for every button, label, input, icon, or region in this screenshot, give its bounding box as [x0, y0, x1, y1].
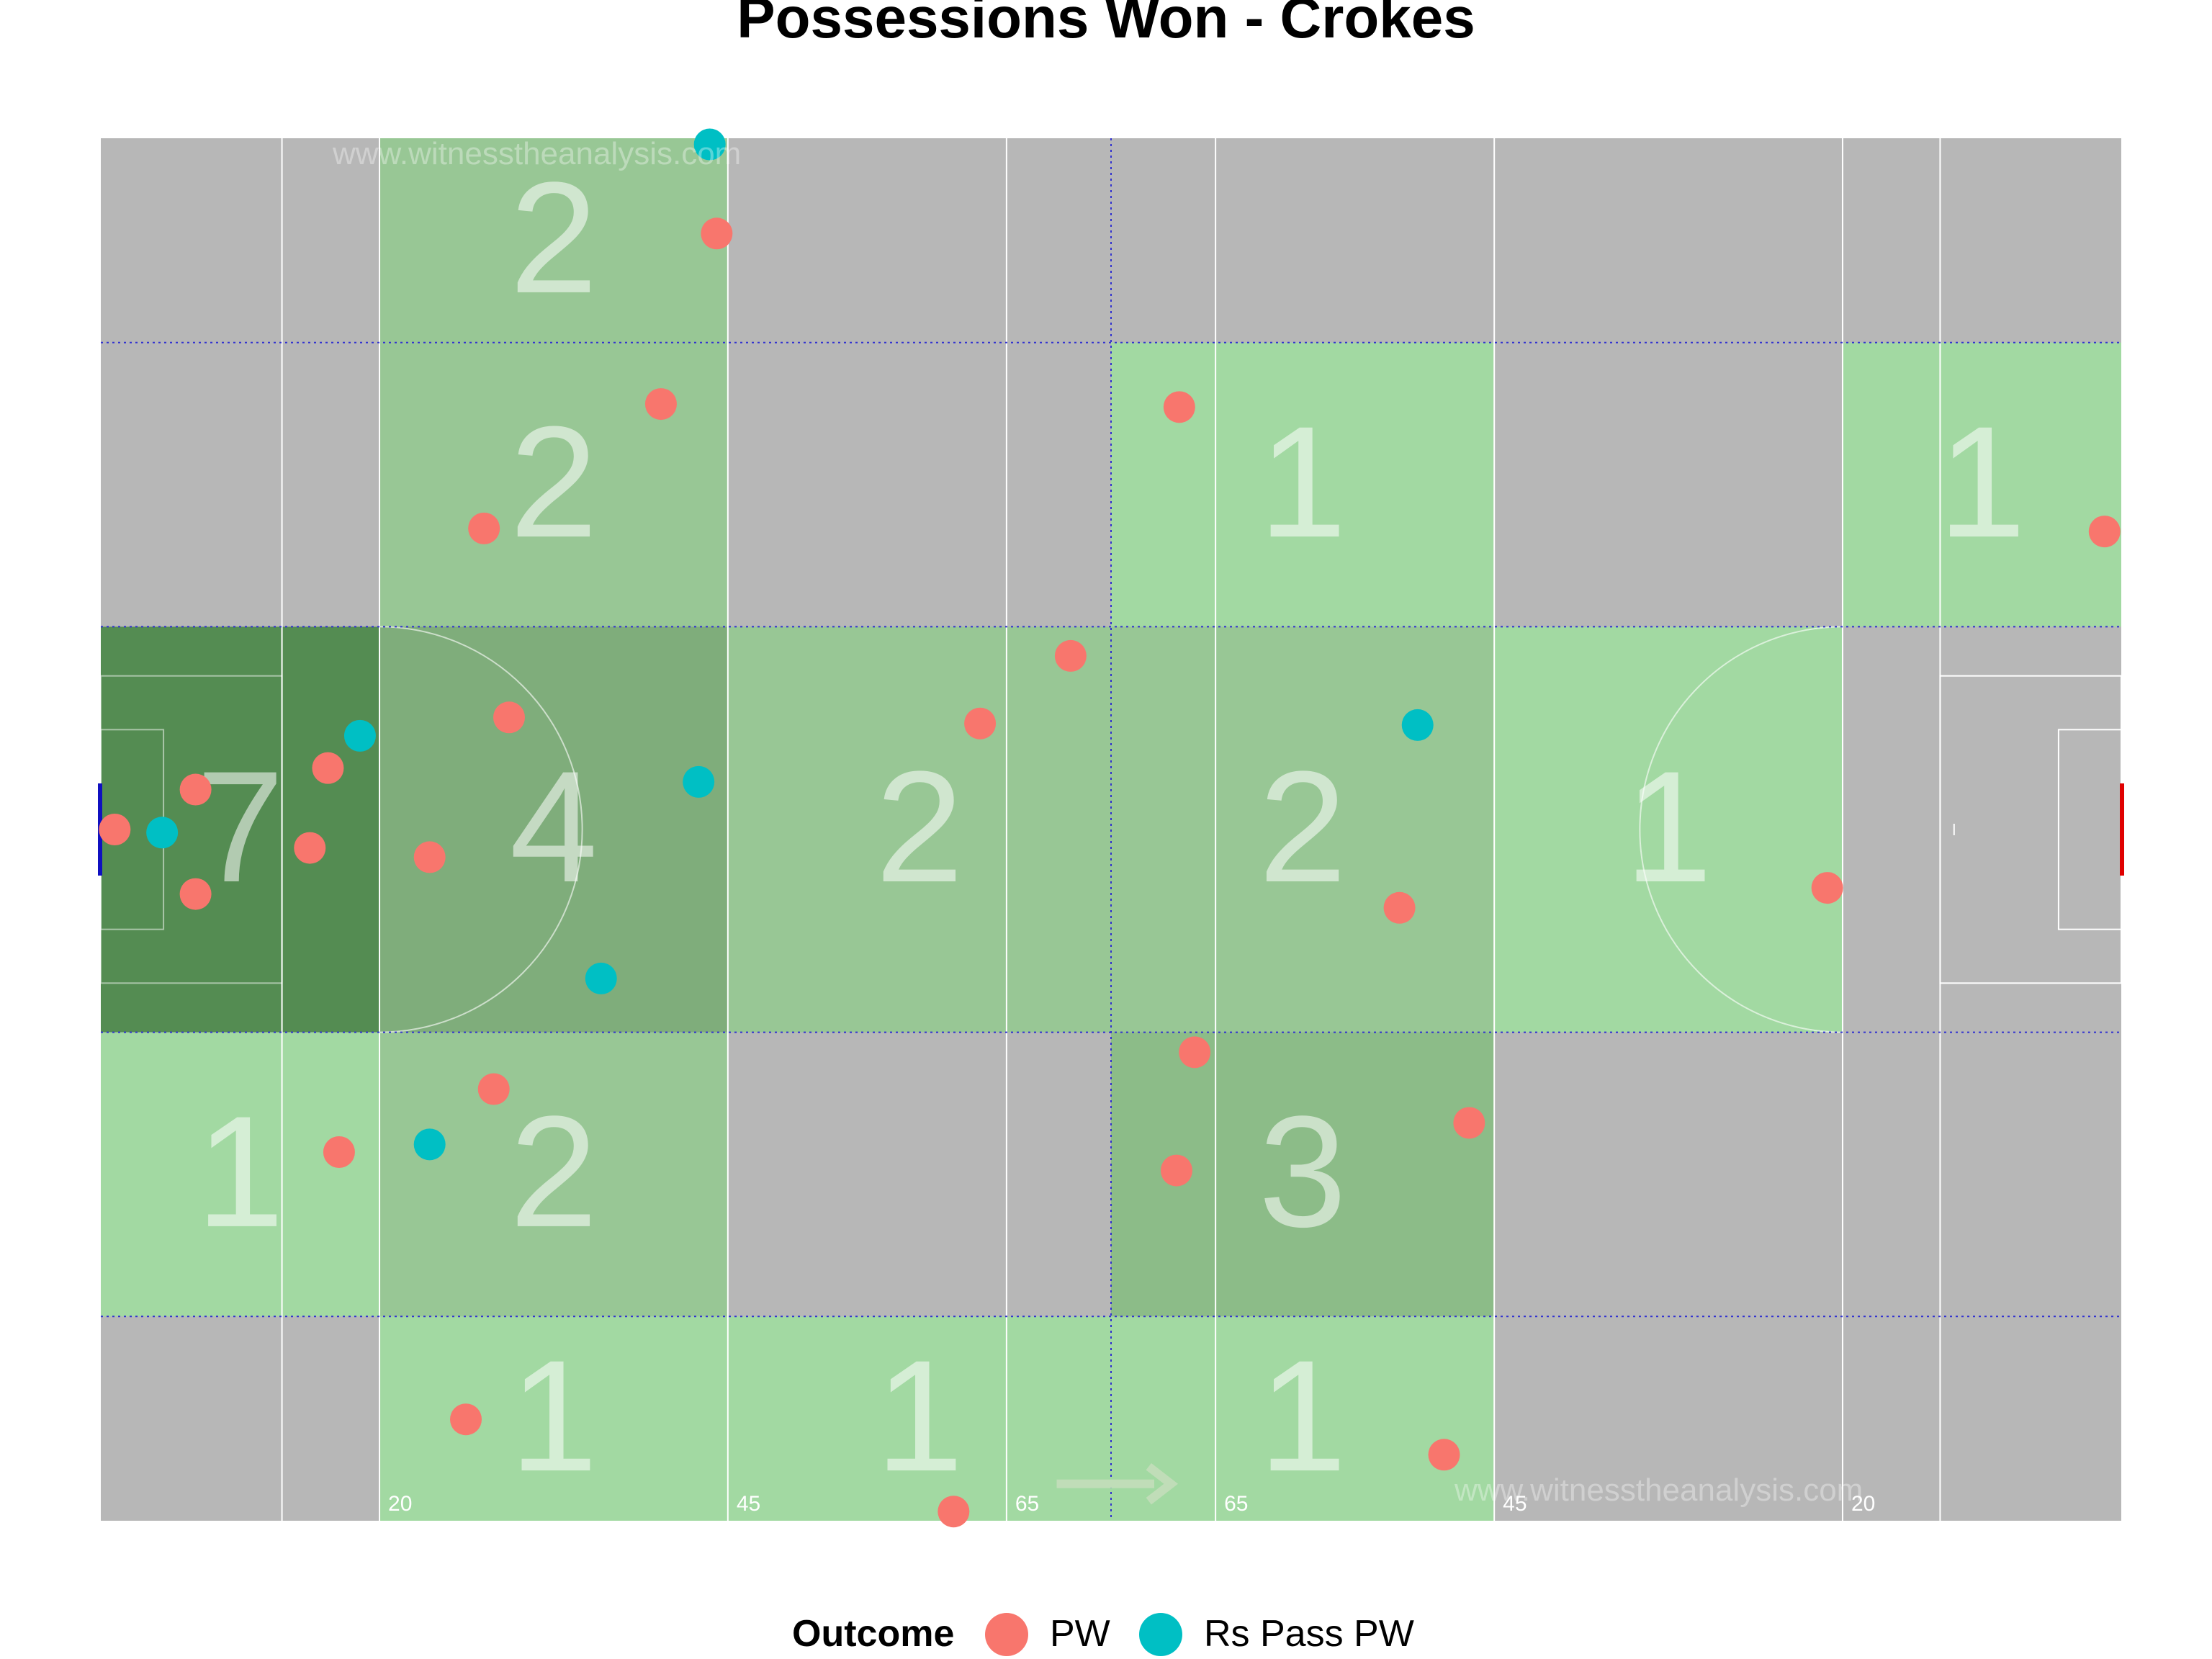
legend-swatch-rs-pass-pw — [1139, 1613, 1182, 1656]
point-pw — [179, 773, 212, 806]
distance-label: 20 — [388, 1492, 412, 1516]
zone-count-label: 1 — [1938, 393, 2026, 570]
point-rs-pass-pw — [413, 1128, 446, 1161]
point-pw — [450, 1403, 482, 1436]
point-pw — [1453, 1107, 1485, 1139]
zone-count-label: 3 — [1259, 1083, 1346, 1260]
zone-count-label: 1 — [196, 1083, 284, 1260]
point-pw — [477, 1073, 510, 1105]
point-pw — [1383, 891, 1416, 924]
zone-count-label: 1 — [1624, 738, 1712, 915]
point-rs-pass-pw — [1401, 709, 1434, 741]
zone-count-label: 2 — [510, 149, 598, 326]
distance-label: 45 — [737, 1492, 760, 1516]
point-pw — [938, 1496, 970, 1528]
zone-count-label: 2 — [876, 738, 963, 915]
zone-count-label: 1 — [1259, 393, 1346, 570]
zone-count-label: 4 — [510, 738, 598, 915]
zone-count-label: 2 — [510, 1083, 598, 1260]
point-pw — [1160, 1154, 1192, 1187]
point-pw — [701, 217, 733, 250]
possessions-chart: Possessions Won - Crokes 20 45 65 65 45 20 22… — [98, 0, 2124, 1656]
point-rs-pass-pw — [146, 817, 179, 849]
chart-title: Possessions Won - Crokes — [737, 0, 1475, 50]
point-pw — [1811, 872, 1843, 904]
point-pw — [1054, 639, 1087, 672]
distance-label: 65 — [1015, 1492, 1039, 1516]
point-pw — [323, 1136, 355, 1168]
point-pw — [1428, 1439, 1460, 1471]
legend-label-pw: PW — [1050, 1613, 1110, 1655]
point-pw — [2088, 516, 2121, 548]
point-pw — [468, 512, 500, 544]
legend: Outcome PW Rs Pass PW — [792, 1613, 1414, 1656]
point-pw — [99, 814, 131, 845]
point-pw — [413, 841, 446, 873]
point-pw — [1163, 391, 1195, 423]
point-pw — [964, 707, 997, 739]
point-pw — [493, 701, 526, 734]
legend-label-rs-pass-pw: Rs Pass PW — [1204, 1613, 1414, 1655]
watermark-bottom: www.witnesstheanalysis.com — [1454, 1473, 1863, 1508]
legend-swatch-pw — [985, 1613, 1028, 1656]
point-pw — [312, 752, 344, 784]
point-pw — [294, 832, 326, 864]
point-pw — [644, 388, 677, 421]
zone-count-label: 1 — [876, 1327, 963, 1504]
point-pw — [179, 878, 212, 910]
zone-count-label: 2 — [510, 393, 598, 570]
point-rs-pass-pw — [343, 719, 376, 752]
zone-count-label: 2 — [1259, 738, 1346, 915]
point-rs-pass-pw — [683, 765, 715, 798]
zone-count-label: 1 — [510, 1327, 598, 1504]
distance-label: 65 — [1224, 1492, 1248, 1516]
zone-count-label: 1 — [1259, 1327, 1346, 1504]
watermark-top: www.witnesstheanalysis.com — [332, 136, 741, 171]
goal-right — [2120, 783, 2124, 876]
legend-title: Outcome — [792, 1613, 954, 1655]
point-rs-pass-pw — [585, 962, 617, 994]
point-pw — [1179, 1036, 1211, 1069]
